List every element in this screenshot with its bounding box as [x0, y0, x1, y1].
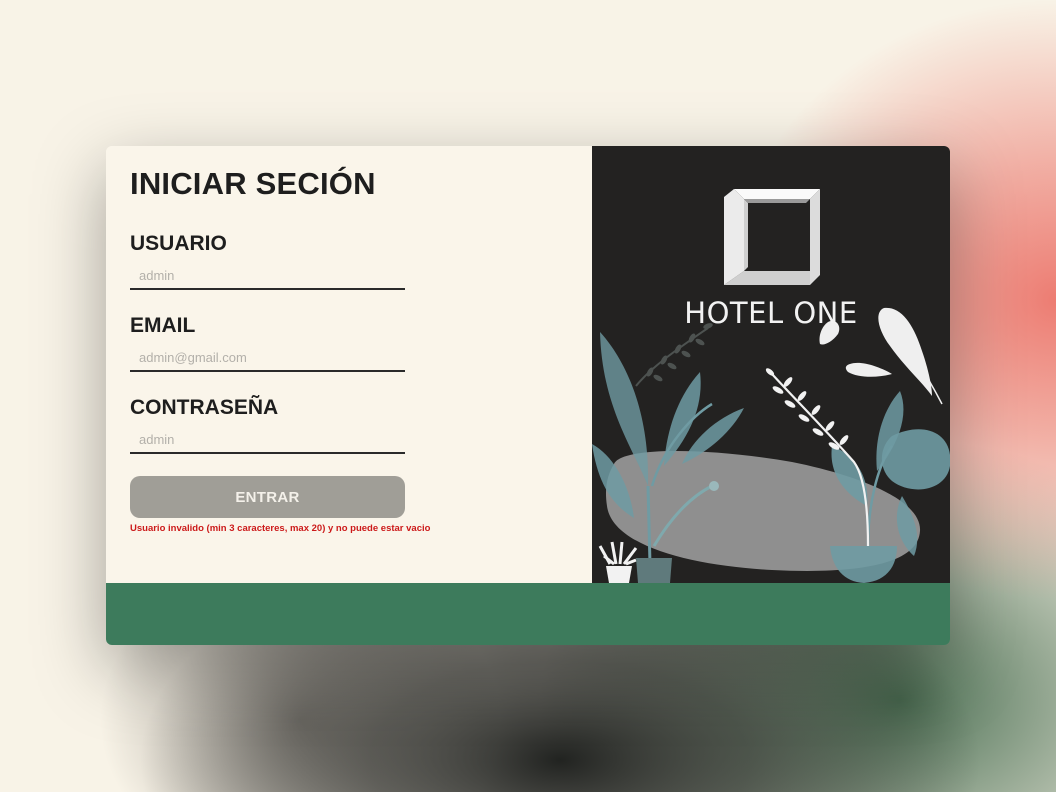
hotel-logo-icon — [724, 189, 820, 285]
email-input[interactable] — [130, 344, 405, 372]
password-input[interactable] — [130, 426, 405, 454]
email-label: EMAIL — [130, 314, 196, 337]
login-form-panel: INICIAR SECIÓN USUARIO EMAIL CONTRASEÑA … — [106, 146, 592, 583]
footer-bar — [106, 583, 950, 645]
login-card: INICIAR SECIÓN USUARIO EMAIL CONTRASEÑA … — [106, 146, 950, 645]
error-message: Usuario invalido (min 3 caracteres, max … — [130, 523, 431, 534]
hotel-illustration-panel: HOTEL ONE — [592, 146, 950, 583]
username-label: USUARIO — [130, 232, 227, 255]
username-input[interactable] — [130, 262, 405, 290]
submit-button[interactable]: ENTRAR — [130, 476, 405, 518]
password-label: CONTRASEÑA — [130, 396, 279, 419]
page-title: INICIAR SECIÓN — [130, 166, 376, 201]
hotel-name: HOTEL ONE — [684, 296, 858, 330]
